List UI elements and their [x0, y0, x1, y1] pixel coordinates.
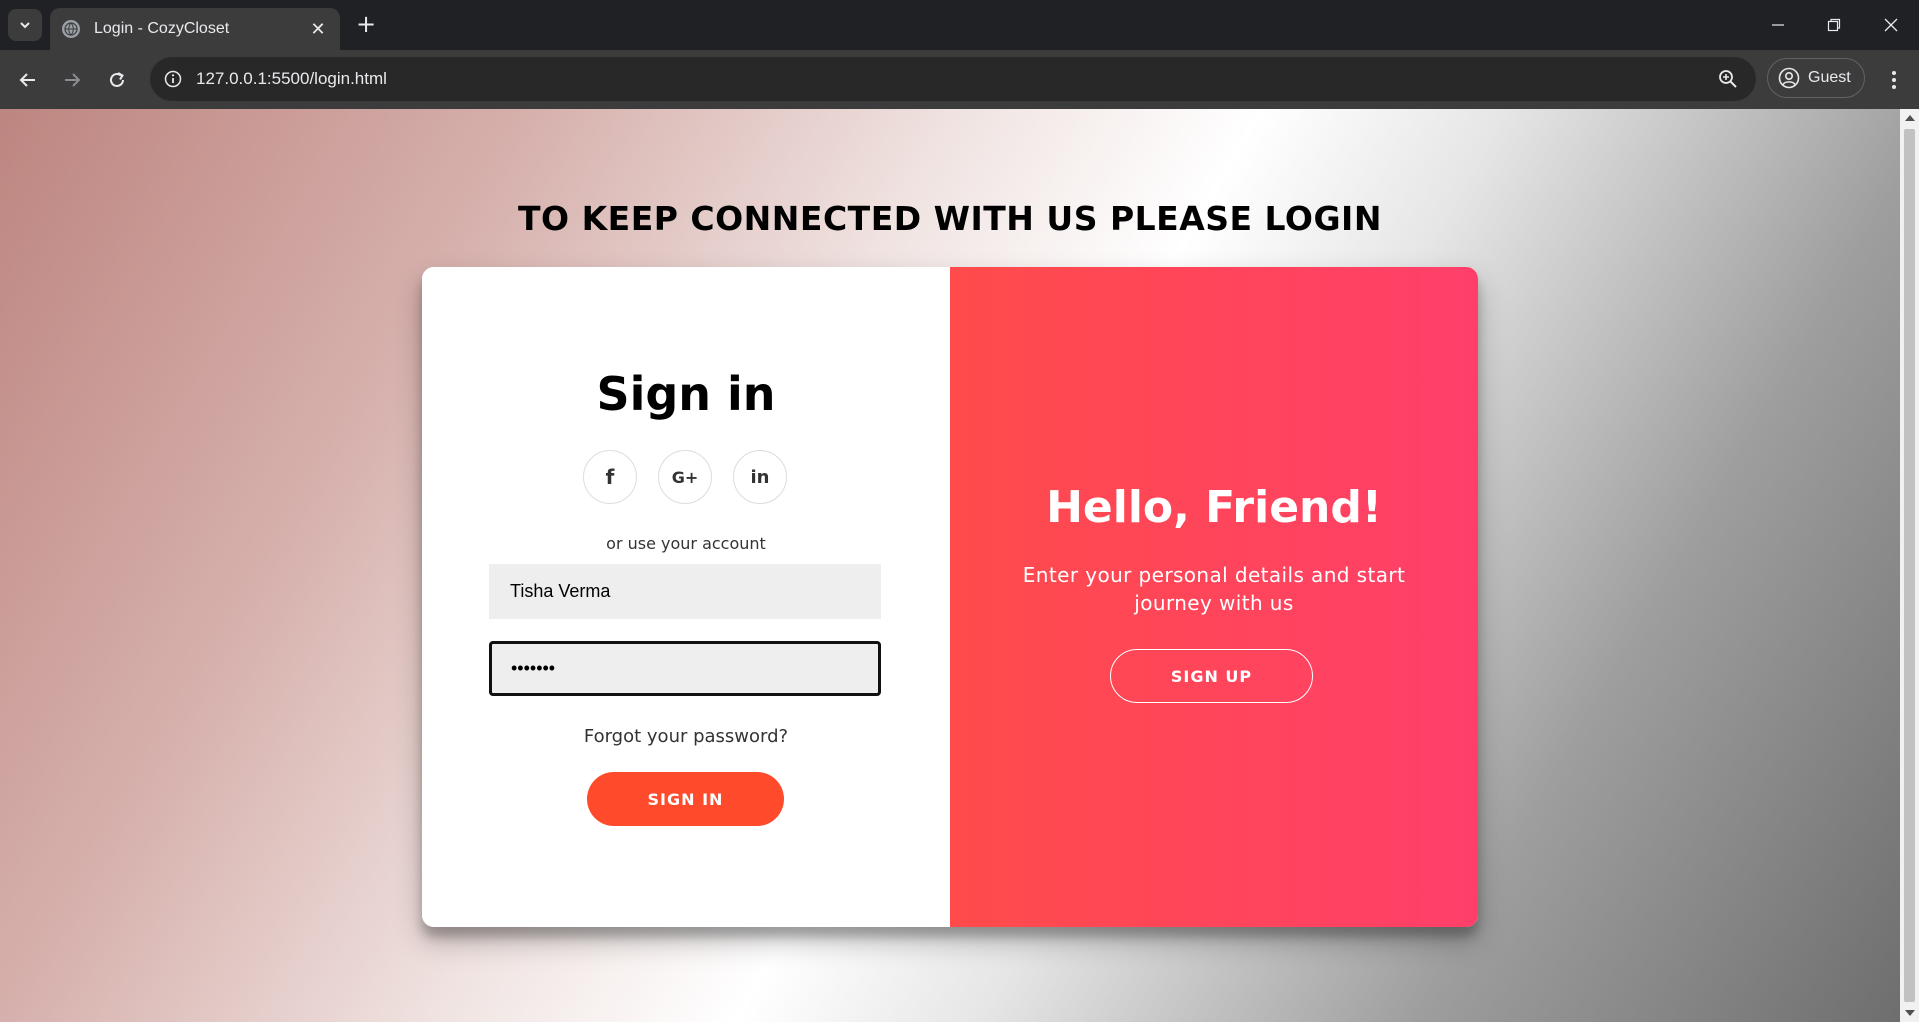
signin-panel: Sign in f G+ in or use your account Forg… [422, 267, 950, 927]
signup-panel: Hello, Friend! Enter your personal detai… [950, 267, 1478, 927]
signup-panel-subtitle: Enter your personal details and start jo… [1022, 563, 1406, 615]
google-plus-icon: G+ [671, 467, 699, 487]
back-icon[interactable] [12, 64, 44, 96]
zoom-icon[interactable] [1716, 67, 1740, 91]
forgot-password-link[interactable]: Forgot your password? [422, 726, 950, 747]
close-tab-icon[interactable]: ✕ [306, 19, 330, 40]
minimize-icon[interactable] [1758, 10, 1798, 40]
close-window-icon[interactable] [1871, 10, 1911, 40]
browser-tab-bar: Login - CozyCloset ✕ + [0, 0, 1919, 50]
url-text: 127.0.0.1:5500/login.html [196, 69, 387, 88]
signin-title: Sign in [596, 367, 776, 421]
page-scrollbar[interactable] [1900, 109, 1919, 1022]
sign-in-button[interactable]: SIGN IN [587, 772, 784, 826]
facebook-icon: f [605, 465, 615, 489]
page-headline: TO KEEP CONNECTED WITH US PLEASE LOGIN [518, 199, 1382, 238]
restore-icon[interactable] [1814, 10, 1854, 40]
sign-up-button[interactable]: SIGN UP [1110, 649, 1313, 703]
tab-search-button[interactable] [8, 9, 42, 41]
browser-tab-active[interactable]: Login - CozyCloset ✕ [50, 8, 340, 50]
alt-login-text: or use your account [606, 534, 766, 553]
google-plus-button[interactable]: G+ [658, 450, 712, 504]
new-tab-button[interactable]: + [352, 10, 380, 38]
username-input[interactable] [489, 564, 881, 619]
reload-icon[interactable] [101, 64, 133, 96]
linkedin-icon: in [750, 466, 770, 488]
browser-toolbar: 127.0.0.1:5500/login.html Guest [0, 50, 1919, 109]
forward-icon[interactable] [56, 64, 88, 96]
profile-icon [1778, 67, 1800, 89]
linkedin-button[interactable]: in [733, 450, 787, 504]
scroll-up-icon[interactable] [1905, 115, 1915, 121]
site-info-icon[interactable] [162, 68, 184, 90]
address-bar[interactable]: 127.0.0.1:5500/login.html [150, 57, 1756, 101]
tab-title: Login - CozyCloset [94, 20, 230, 37]
profile-button[interactable]: Guest [1767, 58, 1865, 98]
facebook-button[interactable]: f [583, 450, 637, 504]
login-card: Sign in f G+ in or use your account Forg… [422, 267, 1478, 927]
profile-label: Guest [1808, 69, 1851, 86]
globe-icon [62, 20, 80, 38]
chevron-down-icon [20, 22, 30, 29]
more-menu-icon[interactable] [1880, 64, 1908, 96]
scrollbar-thumb[interactable] [1904, 129, 1915, 1002]
page-viewport: TO KEEP CONNECTED WITH US PLEASE LOGIN S… [0, 109, 1900, 1022]
password-input[interactable] [489, 641, 881, 696]
signup-panel-title: Hello, Friend! [1046, 482, 1382, 533]
scroll-down-icon[interactable] [1905, 1010, 1915, 1016]
